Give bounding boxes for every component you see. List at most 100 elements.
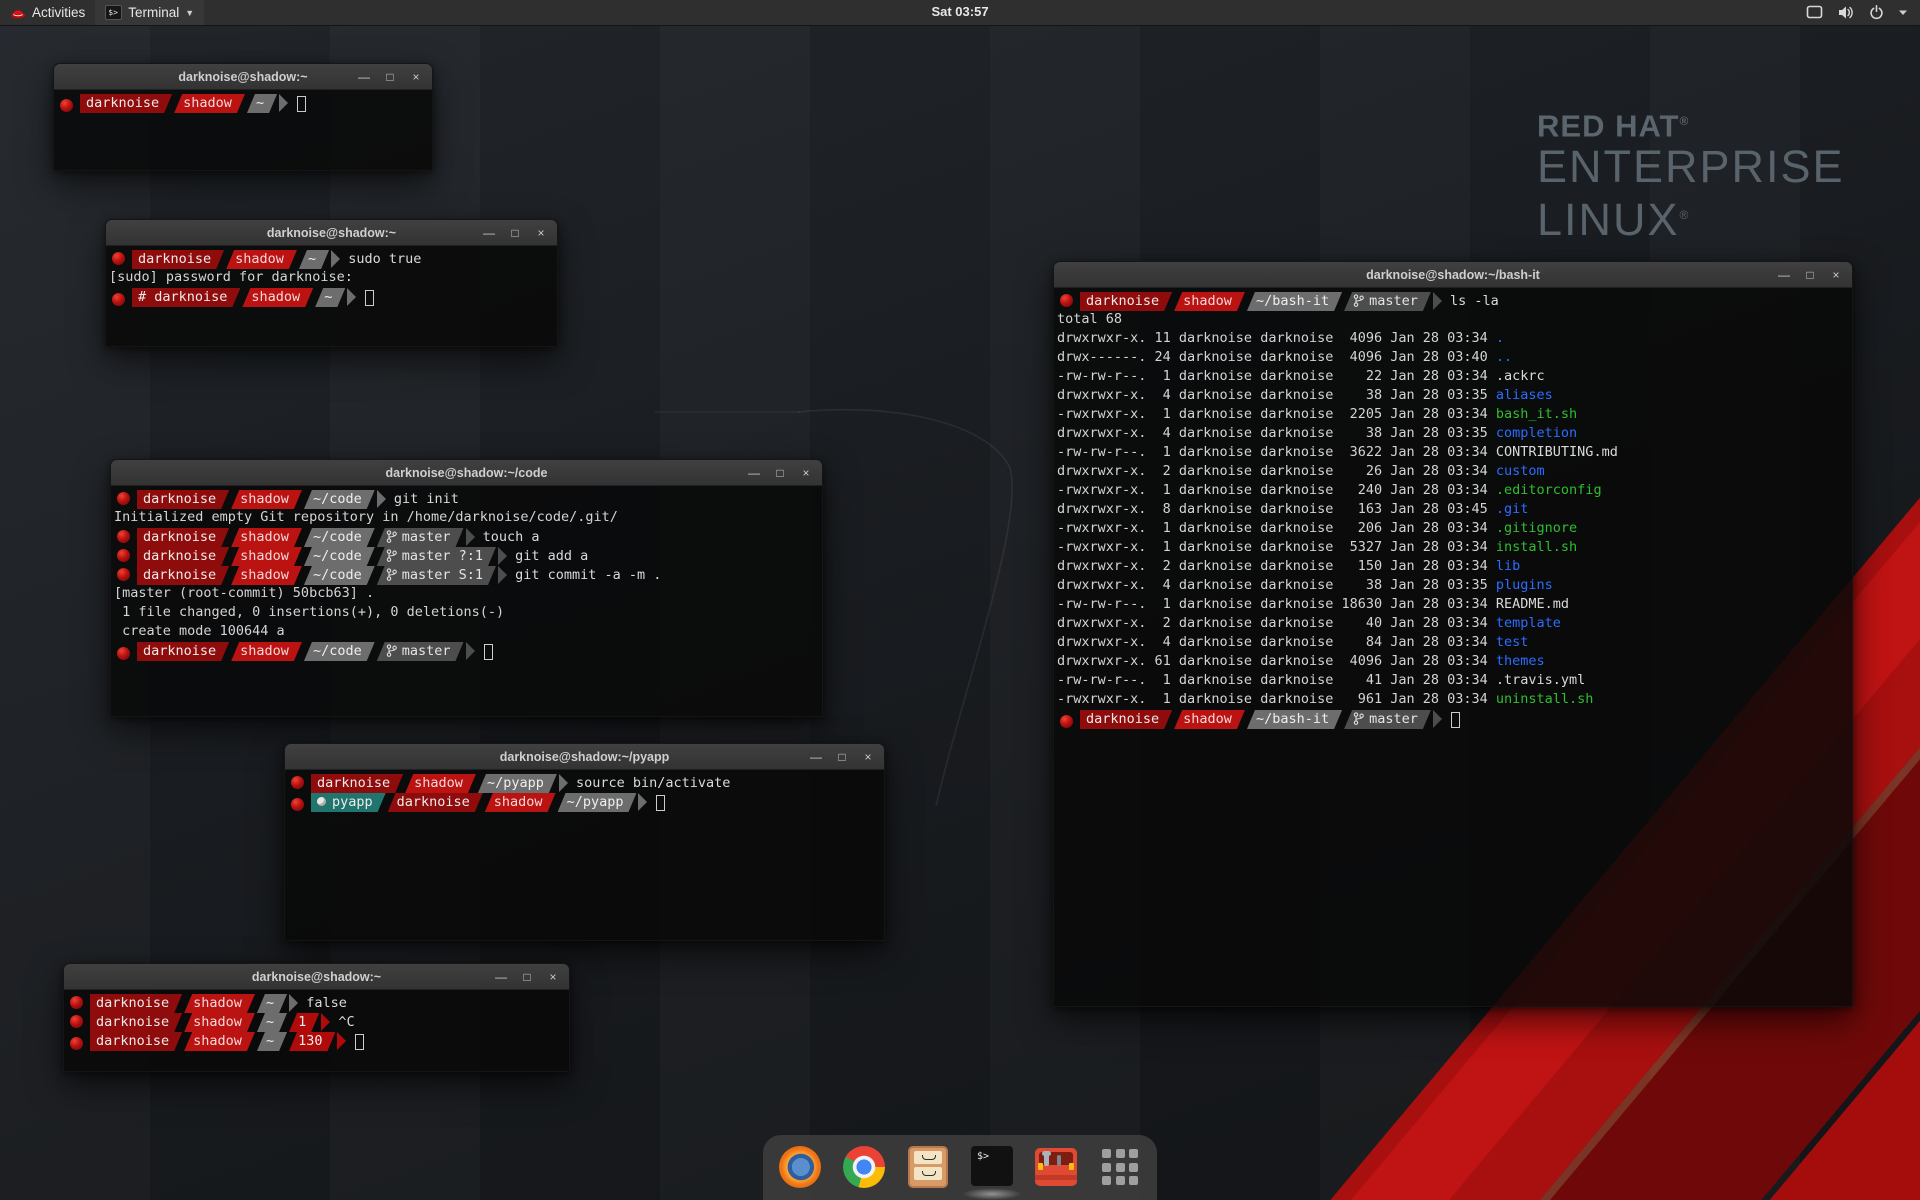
terminal-line: darknoiseshadow~/codemaster ?:1 git add … xyxy=(114,547,820,566)
window-titlebar[interactable]: darknoise@shadow:~/pyapp — □ × xyxy=(285,744,884,770)
top-bar: Activities $> Terminal ▼ Sat 03:57 xyxy=(0,0,1920,26)
terminal-line: drwxrwxr-x. 2 darknoise darknoise 26 Jan… xyxy=(1057,463,1850,482)
terminal-content[interactable]: darknoiseshadow~/pyapp source bin/activa… xyxy=(285,770,884,940)
git-branch-icon xyxy=(1353,294,1364,307)
terminal-content[interactable]: darknoiseshadow~/bash-itmaster ls -latot… xyxy=(1054,288,1852,1006)
window-maximize-button[interactable]: □ xyxy=(1802,267,1818,283)
terminal-cursor xyxy=(365,290,374,306)
window-titlebar[interactable]: darknoise@shadow:~/code — □ × xyxy=(111,460,822,486)
terminal-line: darknoiseshadow~/pyapp source bin/activa… xyxy=(288,774,882,793)
file-name: themes xyxy=(1496,653,1545,669)
prompt-redhat-icon xyxy=(1060,294,1073,307)
terminal-content[interactable]: darknoiseshadow~ sudo true[sudo] passwor… xyxy=(106,246,557,346)
prompt-segment-host: shadow xyxy=(231,566,302,585)
firefox-icon[interactable] xyxy=(779,1146,821,1188)
prompt-segment-host: shadow xyxy=(184,994,255,1013)
prompt-segment-user: darknoise xyxy=(90,1032,182,1051)
terminal-line: darknoiseshadow~/bash-itmaster xyxy=(1057,710,1850,729)
terminal-line: darknoiseshadow~130 xyxy=(67,1032,567,1051)
prompt-segment-path: ~ xyxy=(299,250,329,269)
terminal-icon[interactable]: $> xyxy=(971,1146,1013,1188)
file-name: CONTRIBUTING.md xyxy=(1496,444,1618,460)
terminal-line: [master (root-commit) 50bcb63] . xyxy=(114,585,820,604)
terminal-window-exit-codes[interactable]: darknoise@shadow:~ — □ × darknoiseshadow… xyxy=(63,963,570,1072)
terminal-line: Initialized empty Git repository in /hom… xyxy=(114,509,820,528)
window-minimize-button[interactable]: — xyxy=(1776,267,1792,283)
window-minimize-button[interactable]: — xyxy=(493,969,509,985)
window-close-button[interactable]: × xyxy=(798,465,814,481)
prompt-redhat-icon xyxy=(70,996,83,1009)
terminal-window-bash-it[interactable]: darknoise@shadow:~/bash-it — □ × darknoi… xyxy=(1053,261,1853,1007)
window-close-button[interactable]: × xyxy=(533,225,549,241)
typed-command: git commit -a -m . xyxy=(507,567,661,583)
chevron-down-icon: ▼ xyxy=(185,8,194,18)
terminal-cursor xyxy=(297,96,306,112)
window-minimize-button[interactable]: — xyxy=(356,69,372,85)
clock[interactable]: Sat 03:57 xyxy=(931,4,988,19)
terminal-window-home-1[interactable]: darknoise@shadow:~ — □ × darknoiseshadow… xyxy=(53,63,433,171)
prompt-segment-user: darknoise xyxy=(90,1013,182,1032)
window-titlebar[interactable]: darknoise@shadow:~ — □ × xyxy=(106,220,557,246)
window-close-button[interactable]: × xyxy=(545,969,561,985)
brand-line-redhat: RED HAT® xyxy=(1537,104,1845,143)
terminal-content[interactable]: darknoiseshadow~/code git initInitialize… xyxy=(111,486,822,716)
app-menu-label: Terminal xyxy=(128,5,179,20)
prompt-redhat-icon xyxy=(112,252,125,265)
terminal-line: darknoiseshadow~/codemaster S:1 git comm… xyxy=(114,566,820,585)
app-grid-icon[interactable] xyxy=(1099,1146,1141,1188)
prompt-segment-user: # darknoise xyxy=(132,288,240,307)
chrome-icon[interactable] xyxy=(843,1146,885,1188)
terminal-cursor xyxy=(1451,712,1460,728)
prompt-segment-branch: master xyxy=(377,528,464,547)
window-maximize-button[interactable]: □ xyxy=(834,749,850,765)
terminal-window-sudo[interactable]: darknoise@shadow:~ — □ × darknoiseshadow… xyxy=(105,219,558,347)
window-maximize-button[interactable]: □ xyxy=(382,69,398,85)
terminal-window-pyapp[interactable]: darknoise@shadow:~/pyapp — □ × darknoise… xyxy=(284,743,885,941)
terminal-line: pyappdarknoiseshadow~/pyapp xyxy=(288,793,882,812)
file-name: aliases xyxy=(1496,387,1553,403)
toolbox-icon[interactable] xyxy=(1035,1146,1077,1188)
prompt-segment-path: ~/code xyxy=(304,566,375,585)
activities-button[interactable]: Activities xyxy=(0,0,95,25)
terminal-window-code[interactable]: darknoise@shadow:~/code — □ × darknoises… xyxy=(110,459,823,717)
window-maximize-button[interactable]: □ xyxy=(507,225,523,241)
window-close-button[interactable]: × xyxy=(1828,267,1844,283)
window-titlebar[interactable]: darknoise@shadow:~/bash-it — □ × xyxy=(1054,262,1852,288)
file-name: README.md xyxy=(1496,596,1569,612)
window-close-button[interactable]: × xyxy=(860,749,876,765)
window-minimize-button[interactable]: — xyxy=(808,749,824,765)
terminal-line: drwxrwxr-x. 4 darknoise darknoise 84 Jan… xyxy=(1057,634,1850,653)
prompt-segment-user: darknoise xyxy=(132,250,224,269)
app-menu-terminal[interactable]: $> Terminal ▼ xyxy=(95,0,204,25)
typed-command: git add a xyxy=(507,548,588,564)
terminal-cursor xyxy=(355,1034,364,1050)
prompt-segment-user: darknoise xyxy=(388,793,483,812)
terminal-line: total 68 xyxy=(1057,311,1850,330)
window-titlebar[interactable]: darknoise@shadow:~ — □ × xyxy=(54,64,432,90)
files-icon[interactable] xyxy=(907,1146,949,1188)
dock: $> xyxy=(763,1135,1157,1200)
window-close-button[interactable]: × xyxy=(408,69,424,85)
terminal-cursor xyxy=(656,795,665,811)
window-maximize-button[interactable]: □ xyxy=(772,465,788,481)
system-status-area[interactable] xyxy=(1806,0,1920,25)
prompt-arrow xyxy=(321,1013,330,1031)
window-minimize-button[interactable]: — xyxy=(746,465,762,481)
file-name: plugins xyxy=(1496,577,1553,593)
registered-mark: ® xyxy=(1680,208,1691,222)
prompt-segment-path: ~/code xyxy=(304,642,375,661)
window-maximize-button[interactable]: □ xyxy=(519,969,535,985)
window-minimize-button[interactable]: — xyxy=(481,225,497,241)
terminal-content[interactable]: darknoiseshadow~ falsedarknoiseshadow~1 … xyxy=(64,990,569,1071)
terminal-content[interactable]: darknoiseshadow~ xyxy=(54,90,432,170)
terminal-line: darknoiseshadow~1 ^C xyxy=(67,1013,567,1032)
venv-dot-icon xyxy=(317,797,326,806)
file-name: install.sh xyxy=(1496,539,1577,555)
prompt-segment-host: shadow xyxy=(405,774,476,793)
window-titlebar[interactable]: darknoise@shadow:~ — □ × xyxy=(64,964,569,990)
prompt-arrow xyxy=(466,642,475,660)
git-branch-icon xyxy=(1353,712,1364,725)
volume-icon xyxy=(1837,5,1855,20)
file-name: .. xyxy=(1496,349,1512,365)
file-name: .git xyxy=(1496,501,1529,517)
